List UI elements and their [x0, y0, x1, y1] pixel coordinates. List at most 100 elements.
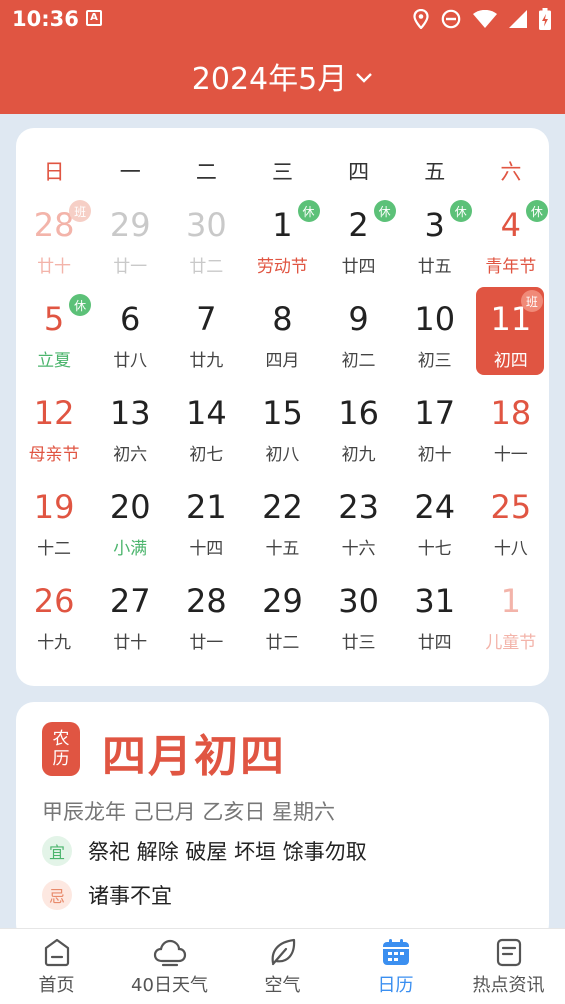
calendar-icon: [382, 939, 409, 965]
lunar-day: 十一: [493, 445, 528, 465]
bottom-nav: 首页 40日天气 空气 日历 热点资讯: [0, 928, 565, 1004]
lunar-day: 十五: [265, 539, 300, 559]
weekday-label: 五: [424, 160, 446, 184]
month-header[interactable]: 2024年5月: [0, 38, 565, 114]
location-icon: [413, 9, 429, 29]
calendar-day[interactable]: 31 廿四: [397, 568, 473, 662]
lunar-day: 十二: [37, 539, 72, 559]
seal-char: 历: [52, 749, 70, 769]
nav-item-calendar[interactable]: 日历: [339, 929, 452, 1004]
nav-label: 40日天气: [131, 975, 208, 996]
calendar-week: 19 十二 20 小满 21 十四 22 十五 23 十六 24 十七 25 十…: [16, 474, 549, 568]
calendar-day[interactable]: 8 四月: [244, 286, 320, 380]
calendar-day[interactable]: 30 廿二: [168, 192, 244, 286]
calendar-day[interactable]: 24 十七: [397, 474, 473, 568]
day-number: 28: [33, 206, 75, 244]
calendar-day[interactable]: 10 初三: [397, 286, 473, 380]
lunar-day: 初三: [417, 351, 452, 371]
solar-term-label: 小满: [113, 539, 148, 559]
lunar-info-card[interactable]: 农 历 四月初四 甲辰龙年 己巳月 乙亥日 星期六 宜 祭祀 解除 破屋 坏垣 …: [16, 702, 549, 942]
calendar-day[interactable]: 2 廿四 休: [321, 192, 397, 286]
lunar-day: 初九: [341, 445, 376, 465]
signal-icon: [509, 10, 527, 28]
holiday-label: 母亲节: [28, 445, 80, 465]
calendar-day[interactable]: 28 廿一: [168, 568, 244, 662]
calendar-day[interactable]: 22 十五: [244, 474, 320, 568]
rest-day-badge: 休: [297, 200, 320, 222]
work-day-badge: 班: [69, 200, 92, 222]
calendar-day[interactable]: 3 廿五 休: [397, 192, 473, 286]
calendar-day[interactable]: 17 初十: [397, 380, 473, 474]
calendar-day[interactable]: 6 廿八: [92, 286, 168, 380]
calendar-grid: 28 廿十 班 29 廿一 30 廿二 1 劳动节 休 2 廿四 休 3 廿五 …: [16, 192, 549, 662]
day-number: 20: [109, 488, 151, 526]
nav-item-40day-weather[interactable]: 40日天气: [113, 929, 226, 1004]
calendar-day[interactable]: 15 初八: [244, 380, 320, 474]
day-number: 27: [109, 582, 151, 620]
nav-label: 首页: [38, 975, 75, 996]
notification-app-icon: A: [86, 10, 102, 26]
chevron-down-icon[interactable]: [355, 72, 373, 84]
calendar-day[interactable]: 13 初六: [92, 380, 168, 474]
lunar-day: 廿九: [189, 351, 224, 371]
calendar-week: 5 立夏 休 6 廿八 7 廿九 8 四月 9 初二 10 初三 11 初四 班: [16, 286, 549, 380]
day-number: 25: [490, 488, 532, 526]
calendar-day[interactable]: 28 廿十 班: [16, 192, 92, 286]
calendar-day[interactable]: 19 十二: [16, 474, 92, 568]
calendar-day[interactable]: 30 廿三: [321, 568, 397, 662]
lunar-day: 四月: [265, 351, 300, 371]
calendar-day[interactable]: 14 初七: [168, 380, 244, 474]
calendar-week: 12 母亲节 13 初六 14 初七 15 初八 16 初九 17 初十 18 …: [16, 380, 549, 474]
lunar-day: 廿二: [265, 633, 300, 653]
rest-day-badge: 休: [69, 294, 92, 316]
nav-label: 日历: [377, 975, 414, 996]
day-number: 6: [120, 300, 141, 338]
dnd-icon: [441, 9, 461, 29]
calendar-day[interactable]: 18 十一: [473, 380, 549, 474]
lunar-date: 四月初四: [102, 731, 286, 782]
calendar-day-selected[interactable]: 11 初四 班: [473, 286, 549, 380]
calendar-day[interactable]: 7 廿九: [168, 286, 244, 380]
calendar-day[interactable]: 26 十九: [16, 568, 92, 662]
calendar-day[interactable]: 12 母亲节: [16, 380, 92, 474]
nav-item-hot-news[interactable]: 热点资讯: [452, 929, 565, 1004]
ganzhi-text: 甲辰龙年 己巳月 乙亥日 星期六: [42, 800, 336, 824]
calendar-day[interactable]: 1 儿童节: [473, 568, 549, 662]
lunar-day: 廿四: [417, 633, 452, 653]
calendar-card: 日 一 二 三 四 五 六 28 廿十 班 29 廿一 30 廿二 1 劳动节 …: [16, 128, 549, 686]
day-number: 22: [262, 488, 303, 526]
lunar-day: 初六: [113, 445, 148, 465]
day-number: 7: [196, 300, 217, 338]
calendar-day[interactable]: 4 青年节 休: [473, 192, 549, 286]
day-number: 1: [500, 582, 521, 620]
calendar-day[interactable]: 9 初二: [321, 286, 397, 380]
day-number: 4: [500, 206, 521, 244]
lunar-day: 廿一: [189, 633, 224, 653]
day-number: 3: [424, 206, 445, 244]
calendar-week: 26 十九 27 廿十 28 廿一 29 廿二 30 廿三 31 廿四 1 儿童…: [16, 568, 549, 662]
calendar-day[interactable]: 20 小满: [92, 474, 168, 568]
seal-char: 农: [52, 728, 70, 749]
day-number: 10: [414, 300, 456, 338]
month-title[interactable]: 2024年5月: [192, 54, 347, 98]
calendar-day[interactable]: 16 初九: [321, 380, 397, 474]
holiday-label: 劳动节: [256, 257, 308, 277]
calendar-day[interactable]: 25 十八: [473, 474, 549, 568]
ji-row: 忌 诸事不宜: [42, 880, 172, 910]
calendar-day[interactable]: 27 廿十: [92, 568, 168, 662]
calendar-day[interactable]: 21 十四: [168, 474, 244, 568]
calendar-day[interactable]: 29 廿二: [244, 568, 320, 662]
wifi-icon: [473, 10, 497, 28]
calendar-week: 28 廿十 班 29 廿一 30 廿二 1 劳动节 休 2 廿四 休 3 廿五 …: [16, 192, 549, 286]
lunar-day: 十六: [341, 539, 376, 559]
day-number: 17: [414, 394, 456, 432]
calendar-day[interactable]: 5 立夏 休: [16, 286, 92, 380]
day-number: 31: [414, 582, 456, 620]
calendar-day[interactable]: 29 廿一: [92, 192, 168, 286]
calendar-day[interactable]: 1 劳动节 休: [244, 192, 320, 286]
nav-item-home[interactable]: 首页: [0, 929, 113, 1004]
day-number: 8: [272, 300, 293, 338]
calendar-day[interactable]: 23 十六: [321, 474, 397, 568]
nav-item-air[interactable]: 空气: [226, 929, 339, 1004]
lunar-day: 十七: [417, 539, 452, 559]
